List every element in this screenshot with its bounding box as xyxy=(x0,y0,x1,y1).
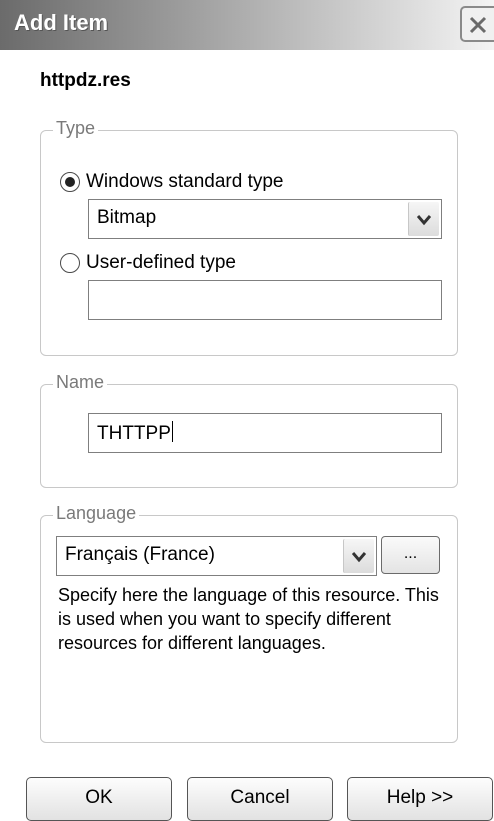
chevron-down-icon xyxy=(417,215,431,226)
windows-standard-type-radio[interactable]: Windows standard type xyxy=(60,171,284,193)
windows-standard-type-label: Windows standard type xyxy=(86,171,284,192)
dropdown-arrow-button[interactable] xyxy=(343,539,374,573)
name-group-label: Name xyxy=(53,372,108,393)
radio-button-unchecked[interactable] xyxy=(60,253,80,273)
language-description: Specify here the language of this resour… xyxy=(58,585,439,653)
close-button[interactable] xyxy=(460,6,494,42)
ok-button[interactable]: OK xyxy=(26,777,172,821)
language-group-label: Language xyxy=(53,503,140,524)
help-button[interactable]: Help >> xyxy=(347,777,493,821)
resource-file-name: httpdz.res xyxy=(40,70,131,91)
chevron-down-icon xyxy=(352,552,366,563)
type-group: Type xyxy=(40,118,458,356)
name-input-value: THTTPP xyxy=(97,421,173,444)
standard-type-value: Bitmap xyxy=(97,207,157,228)
browse-language-button[interactable]: ... xyxy=(381,536,440,574)
close-icon xyxy=(469,16,487,34)
user-defined-type-input[interactable] xyxy=(88,280,442,320)
user-defined-type-label: User-defined type xyxy=(86,252,236,273)
name-input[interactable]: THTTPP xyxy=(88,413,442,453)
language-dropdown[interactable]: Français (France) xyxy=(56,536,377,576)
radio-button-checked[interactable] xyxy=(60,172,80,192)
window-title: Add Item xyxy=(14,10,109,35)
standard-type-dropdown[interactable]: Bitmap xyxy=(88,199,442,239)
title-bar[interactable]: Add Item xyxy=(0,0,494,50)
cancel-button[interactable]: Cancel xyxy=(187,777,333,821)
add-item-dialog: Add Item httpdz.res Type Windows standar… xyxy=(0,0,494,821)
dropdown-arrow-button[interactable] xyxy=(408,202,439,236)
language-value: Français (France) xyxy=(65,544,215,565)
type-group-label: Type xyxy=(53,118,99,139)
user-defined-type-radio[interactable]: User-defined type xyxy=(60,252,236,274)
